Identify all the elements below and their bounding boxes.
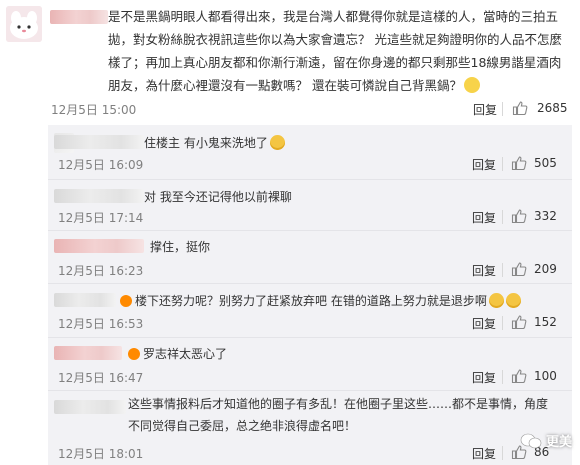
reply-time: 12月5日 16:47 (58, 371, 144, 385)
reply-button[interactable]: 回复 (472, 369, 496, 386)
row-divider (48, 230, 572, 231)
like-count: 332 (534, 209, 557, 223)
reply-text: 这些事情报料后才知道他的圈子有多乱！在他圈子里这些……都不是事情，角度不同觉得自… (128, 397, 549, 433)
comment-text: 是不是黑鍋明眼人都看得出來，我是台灣人都覺得你就是這樣的人，當時的三拍五拋，對女… (108, 5, 572, 97)
row-divider (48, 283, 572, 284)
user-avatar[interactable] (6, 6, 42, 42)
reply-button[interactable]: 回复 (472, 262, 496, 279)
comment-body: 是不是黑鍋明眼人都看得出來，我是台灣人都覺得你就是這樣的人，當時的三拍五拋，對女… (108, 9, 562, 93)
reply-time: 12月5日 16:23 (58, 264, 144, 278)
vip-badge-icon (120, 295, 132, 307)
divider (502, 316, 503, 330)
divider (502, 446, 503, 460)
vip-badge-icon (128, 348, 140, 360)
wechat-icon (520, 433, 542, 448)
emoji-icon (269, 135, 285, 150)
reply-text: 罗志祥太恶心了 (128, 345, 227, 362)
username-redacted[interactable] (54, 239, 144, 253)
row-divider (48, 179, 572, 180)
thumbs-up-icon[interactable] (511, 155, 527, 171)
row-divider (48, 337, 572, 338)
username-redacted[interactable] (54, 346, 122, 360)
divider (502, 102, 503, 116)
reply-time: 12月5日 18:01 (58, 447, 144, 461)
reply-body: 罗志祥太恶心了 (143, 347, 228, 361)
watermark-label: 更美 (545, 435, 572, 450)
divider (502, 210, 503, 224)
watermark: 更美 (520, 431, 572, 450)
reply-button[interactable]: 回复 (473, 101, 497, 118)
username-redacted[interactable] (54, 293, 116, 307)
like-count: 505 (534, 156, 557, 170)
reply-text: 对 我至今还记得他以前裸聊 (144, 190, 292, 204)
like-count: 2685 (537, 101, 568, 115)
emoji-icon (505, 293, 521, 308)
reply-body: 楼下还努力呢？别努力了赶紧放弃吧 在错的道路上努力就是退步啊 (135, 294, 487, 308)
reply-button[interactable]: 回复 (472, 156, 496, 173)
thumbs-up-icon[interactable] (511, 314, 527, 330)
reply-body: 住楼主 有小鬼来洗地了 (144, 136, 268, 150)
reply-button[interactable]: 回复 (472, 445, 496, 462)
username-redacted[interactable] (54, 189, 144, 203)
reply-list: 住楼主 有小鬼来洗地了 12月5日 16:09 回复 505 对 我至今还记得他… (48, 125, 572, 465)
emoji-icon (463, 77, 480, 93)
like-count: 152 (534, 315, 557, 329)
reply-text: 撑住，挺你 (150, 240, 211, 254)
reply-button[interactable]: 回复 (472, 209, 496, 226)
like-count: 209 (534, 262, 557, 276)
reply-time: 12月5日 17:14 (58, 211, 144, 225)
thumbs-up-icon[interactable] (511, 261, 527, 277)
reply-time: 12月5日 16:09 (58, 158, 144, 172)
username-redacted[interactable] (50, 10, 108, 24)
reply-time: 12月5日 16:53 (58, 317, 144, 331)
divider (502, 157, 503, 171)
thumbs-up-icon[interactable] (511, 208, 527, 224)
username-redacted[interactable] (54, 135, 144, 149)
emoji-icon (488, 293, 504, 308)
username-redacted[interactable] (54, 400, 126, 414)
like-count: 100 (534, 369, 557, 383)
reply-text: 住楼主 有小鬼来洗地了 (144, 134, 285, 151)
thumbs-up-icon[interactable] (511, 368, 527, 384)
thumbs-up-icon[interactable] (512, 100, 528, 116)
reply-button[interactable]: 回复 (472, 315, 496, 332)
reply-text: 楼下还努力呢？别努力了赶紧放弃吧 在错的道路上努力就是退步啊 (120, 292, 521, 309)
divider (502, 370, 503, 384)
comment-time: 12月5日 15:00 (51, 103, 137, 117)
row-divider (48, 390, 572, 391)
divider (502, 263, 503, 277)
